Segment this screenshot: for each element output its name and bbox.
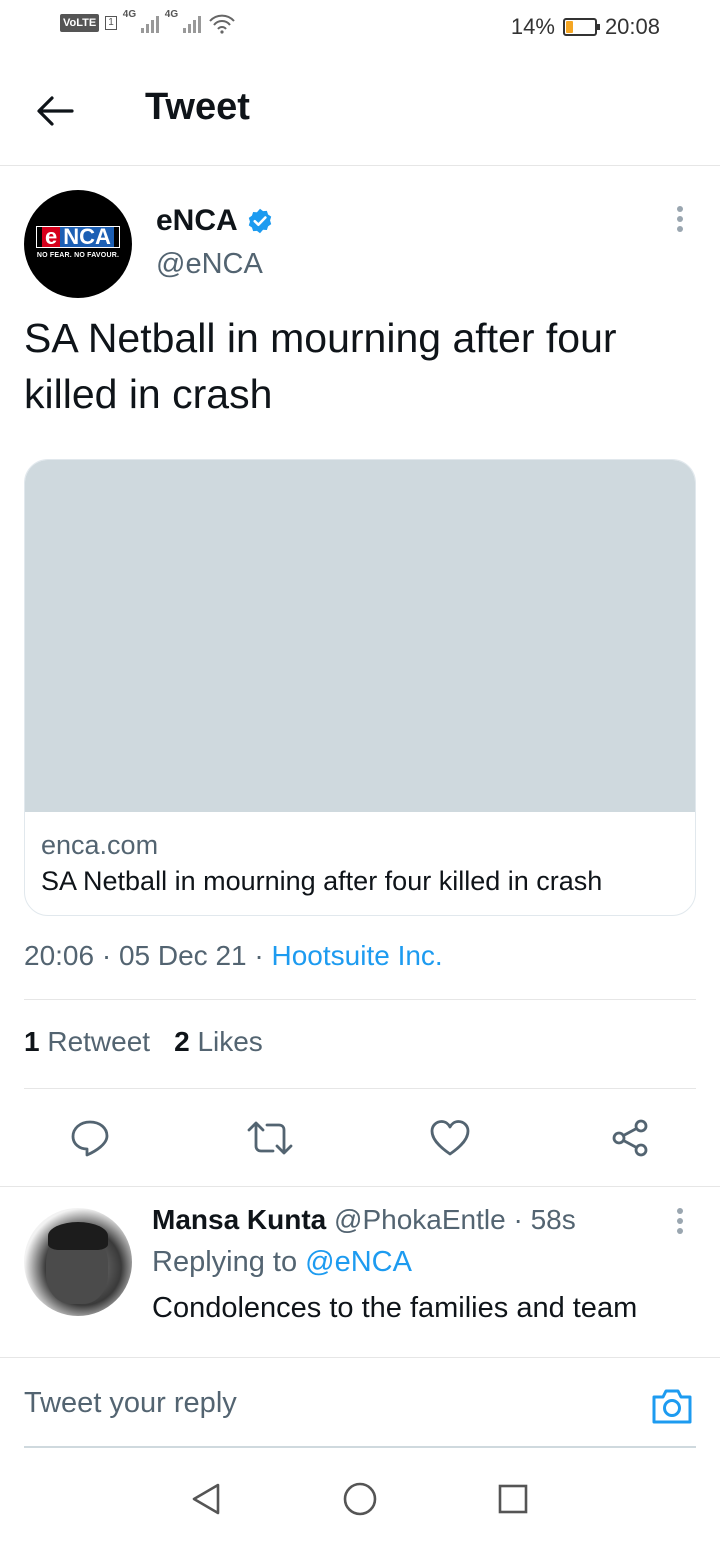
- system-navbar: [0, 1449, 720, 1541]
- status-right: 14% 20:08: [511, 14, 660, 40]
- author-name[interactable]: eNCA: [156, 204, 274, 238]
- reply-text: Condolences to the families and team: [152, 1292, 638, 1324]
- reply-author-handle[interactable]: @PhokaEntle: [334, 1204, 506, 1235]
- reply-more-options-button[interactable]: [670, 1208, 690, 1238]
- divider: [24, 999, 696, 1000]
- divider: [0, 1186, 720, 1187]
- signal-icon-2: 4G: [165, 9, 201, 33]
- likes-stat[interactable]: 2 Likes: [174, 1026, 263, 1058]
- status-bar: VoLTE 1 4G 4G 14% 20:08: [0, 0, 720, 56]
- card-image-placeholder: [25, 460, 695, 812]
- tweet-stats: 1 Retweet 2 Likes: [24, 1026, 263, 1058]
- retweet-icon: [247, 1121, 293, 1155]
- replying-to-mention[interactable]: @eNCA: [305, 1246, 412, 1278]
- camera-button[interactable]: [650, 1386, 694, 1426]
- retweets-stat[interactable]: 1 Retweet: [24, 1026, 150, 1058]
- volte-badge: VoLTE: [60, 14, 100, 32]
- reply-author-avatar[interactable]: [24, 1208, 132, 1316]
- divider: [24, 1088, 696, 1089]
- share-button[interactable]: [602, 1110, 658, 1166]
- reply-input[interactable]: [24, 1358, 624, 1448]
- enca-tagline: NO FEAR. NO FAVOUR.: [36, 252, 120, 259]
- network-type-1: 4G: [122, 9, 137, 20]
- tweet-date: 05 Dec 21: [118, 940, 247, 971]
- tweet-meta: 20:06 · 05 Dec 21 · Hootsuite Inc.: [24, 940, 443, 971]
- clock: 20:08: [604, 14, 660, 39]
- replying-to: Replying to @eNCA: [152, 1246, 412, 1278]
- nav-home-icon: [343, 1482, 377, 1516]
- nav-back-button[interactable]: [186, 1479, 226, 1519]
- nav-home-button[interactable]: [340, 1479, 380, 1519]
- tweet-source-link[interactable]: Hootsuite Inc.: [272, 940, 443, 971]
- sim-indicator: 1: [105, 16, 117, 30]
- arrow-left-icon: [37, 96, 74, 126]
- battery-icon: [562, 18, 600, 36]
- heart-icon: [430, 1120, 470, 1156]
- tweet-text: SA Netball in mourning after four killed…: [24, 315, 617, 417]
- card-domain: enca.com: [41, 830, 159, 860]
- verified-badge-icon: [248, 208, 271, 234]
- card-title: SA Netball in mourning after four killed…: [41, 866, 603, 896]
- app-header: Tweet: [0, 56, 720, 166]
- signal-icon: 4G: [123, 9, 159, 33]
- retweet-button[interactable]: [242, 1110, 298, 1166]
- reply-compose-bar: [0, 1357, 720, 1449]
- share-icon: [612, 1119, 648, 1157]
- battery-percent: 14%: [510, 14, 555, 39]
- reply-author-name[interactable]: Mansa Kunta: [152, 1204, 326, 1235]
- more-options-button[interactable]: [670, 206, 690, 236]
- page-title: Tweet: [145, 86, 250, 128]
- network-type-2: 4G: [164, 9, 179, 20]
- reply-icon: [71, 1120, 109, 1157]
- camera-icon: [652, 1389, 692, 1424]
- nav-back-icon: [192, 1483, 220, 1515]
- status-left: VoLTE 1 4G 4G: [60, 9, 237, 34]
- wifi-icon: [209, 14, 235, 34]
- nav-recents-icon: [498, 1484, 528, 1514]
- tweet-time: 20:06: [24, 940, 95, 971]
- reply-header: Mansa Kunta @PhokaEntle · 58s: [152, 1204, 576, 1235]
- reply-button[interactable]: [62, 1110, 118, 1166]
- link-card[interactable]: enca.com SA Netball in mourning after fo…: [24, 459, 696, 916]
- back-button[interactable]: [30, 86, 80, 136]
- author-avatar[interactable]: e NCA NO FEAR. NO FAVOUR.: [24, 190, 132, 298]
- tweet-actions: [0, 1110, 720, 1166]
- nav-recents-button[interactable]: [493, 1479, 533, 1519]
- reply-age: 58s: [530, 1204, 576, 1235]
- author-handle[interactable]: @eNCA: [156, 248, 263, 281]
- like-button[interactable]: [422, 1110, 478, 1166]
- enca-logo: e NCA: [36, 226, 120, 248]
